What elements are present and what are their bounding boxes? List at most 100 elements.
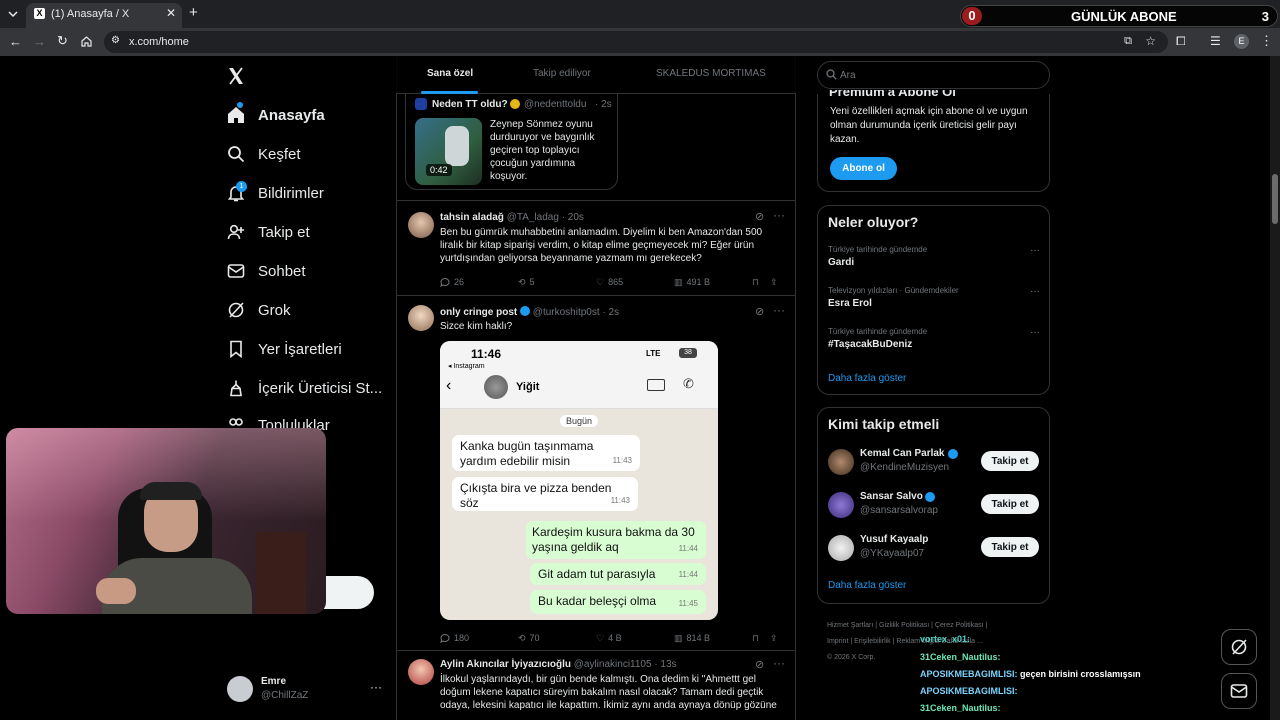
- grok-explain-icon[interactable]: ⊘: [755, 658, 764, 671]
- x-logo-icon[interactable]: [227, 67, 245, 85]
- follow-button[interactable]: Takip et: [981, 494, 1039, 514]
- quote-video-thumbnail[interactable]: 0:42: [415, 118, 482, 185]
- share-icon[interactable]: ⇪: [770, 275, 782, 289]
- tweet-more-icon[interactable]: ···: [773, 208, 785, 222]
- tweet-card[interactable]: Aylin Akıncılar İyiyazıcıoğlu @aylinakin…: [396, 652, 796, 720]
- footer-link[interactable]: Erişilebilirlik: [854, 638, 891, 645]
- tweet-time[interactable]: · 20s: [562, 212, 584, 223]
- browser-tab[interactable]: X (1) Anasayfa / X ✕: [26, 3, 182, 28]
- grok-float-button[interactable]: [1221, 629, 1257, 665]
- footer-link[interactable]: Imprint: [827, 638, 848, 645]
- account-switcher[interactable]: Emre @ChillZaZ ···: [226, 673, 386, 707]
- follow-button[interactable]: Takip et: [981, 537, 1039, 557]
- address-bar[interactable]: ⚙ x.com/home ⧉ ☆: [104, 31, 1168, 53]
- nav-explore[interactable]: Keşfet: [226, 136, 301, 172]
- follow-suggestion[interactable]: Yusuf Kayaalp @YKayaalp07 Takip et: [828, 533, 1040, 565]
- trend-item[interactable]: Türkiye tarihinde gündemde Gardi ···: [828, 245, 1040, 268]
- who-to-follow-show-more[interactable]: Daha fazla göster: [828, 580, 906, 591]
- grok-explain-icon[interactable]: ⊘: [755, 305, 764, 318]
- follow-suggestion[interactable]: Sansar Salvo @sansarsalvorap Takip et: [828, 490, 1040, 522]
- trend-item[interactable]: Televizyon yıldızları · Gündemdekiler Es…: [828, 286, 1040, 309]
- tweet-author[interactable]: Aylin Akıncılar İyiyazıcıoğlu: [440, 659, 571, 670]
- page-scrollbar[interactable]: [1270, 56, 1280, 720]
- nav-bookmarks[interactable]: Yer İşaretleri: [226, 331, 342, 367]
- message-time: 11:44: [678, 570, 698, 579]
- scrollbar-thumb[interactable]: [1272, 174, 1278, 224]
- trend-item[interactable]: Türkiye tarihinde gündemde #TaşacakBuDen…: [828, 327, 1040, 350]
- tweet-avatar[interactable]: [408, 212, 434, 238]
- share-icon[interactable]: ⇪: [770, 631, 782, 645]
- tab-search-icon[interactable]: [6, 7, 20, 21]
- follow-suggestion[interactable]: Kemal Can Parlak @KendineMuzisyen Takip …: [828, 447, 1040, 479]
- footer-link[interactable]: Gizlilik Politikası: [879, 622, 929, 629]
- footer-link[interactable]: Hizmet Şartları: [827, 622, 873, 629]
- new-tab-icon[interactable]: +: [189, 4, 198, 21]
- site-info-icon[interactable]: ⚙: [111, 35, 120, 46]
- footer-link[interactable]: Çerez Politikası: [935, 622, 984, 629]
- messages-float-button[interactable]: [1221, 673, 1257, 709]
- forward-icon[interactable]: →: [33, 34, 46, 49]
- nav-chat[interactable]: Sohbet: [226, 253, 306, 289]
- tweet-avatar[interactable]: [408, 659, 434, 685]
- like-button[interactable]: ♡ 865: [596, 275, 674, 289]
- subscribe-button[interactable]: Abone ol: [830, 157, 897, 180]
- nav-notifications[interactable]: Bildirimler 1: [226, 175, 324, 211]
- bookmark-star-icon[interactable]: ☆: [1145, 34, 1156, 48]
- tweet-author[interactable]: only cringe post: [440, 307, 517, 318]
- bookmark-tweet-icon[interactable]: ⊓: [752, 631, 770, 645]
- follow-button[interactable]: Takip et: [981, 451, 1039, 471]
- reply-button[interactable]: 26: [440, 275, 518, 289]
- nav-grok[interactable]: Grok: [226, 292, 291, 328]
- account-more-icon[interactable]: ···: [370, 680, 382, 694]
- trend-more-icon[interactable]: ···: [1030, 286, 1040, 297]
- extensions-icon[interactable]: ⧠: [1176, 34, 1186, 49]
- back-icon[interactable]: ←: [9, 34, 22, 49]
- grok-explain-icon[interactable]: ⊘: [755, 210, 764, 223]
- tweet-handle[interactable]: @turkoshitp0st: [533, 307, 600, 318]
- views-button[interactable]: ▥ 491 B: [674, 275, 752, 289]
- tab-skaledus[interactable]: SKALEDUS MORTIMAS: [656, 68, 766, 79]
- nav-follow[interactable]: Takip et: [226, 214, 310, 250]
- tweet-card[interactable]: only cringe post @turkoshitp0st · 2s ⊘ ·…: [396, 297, 796, 651]
- reply-button[interactable]: 180: [440, 631, 518, 645]
- video-duration: 0:42: [426, 164, 452, 176]
- tweet-handle[interactable]: @aylinakinci1105: [574, 659, 652, 670]
- like-button[interactable]: ♡ 4 B: [596, 631, 674, 645]
- tweet-avatar[interactable]: [408, 305, 434, 331]
- install-app-icon[interactable]: ⧉: [1124, 35, 1132, 48]
- repost-button[interactable]: ⟲ 5: [518, 275, 596, 289]
- tweet-author[interactable]: tahsin aladağ: [440, 212, 504, 223]
- tweet-more-icon[interactable]: ···: [773, 303, 785, 317]
- search-box[interactable]: Ara: [817, 61, 1050, 89]
- verified-badge-icon: [925, 492, 935, 502]
- beanie: [140, 482, 202, 500]
- nav-creator-studio[interactable]: İçerik Üreticisi St...: [226, 370, 382, 406]
- trend-more-icon[interactable]: ···: [1030, 327, 1040, 338]
- browser-menu-icon[interactable]: ⋮: [1260, 33, 1273, 49]
- tweet-image[interactable]: 11:46 ◂ Instagram LTE 38 ‹ Yiğit ✆ Bugün…: [440, 341, 718, 620]
- tweet-time[interactable]: · 13s: [654, 659, 676, 670]
- tweet-time[interactable]: · 2s: [602, 307, 619, 318]
- repost-button[interactable]: ⟲ 70: [518, 631, 596, 645]
- tweet-card[interactable]: tahsin aladağ @TA_ladag · 20s ⊘ ··· Ben …: [396, 202, 796, 296]
- profile-avatar[interactable]: E: [1234, 34, 1249, 49]
- views-button[interactable]: ▥ 814 B: [674, 631, 752, 645]
- trend-more-icon[interactable]: ···: [1030, 245, 1040, 256]
- tab-following[interactable]: Takip ediliyor: [533, 68, 591, 79]
- quoted-tweet-card[interactable]: Neden TT oldu? @nedenttoldu · 2s 0:42 Ze…: [405, 94, 618, 190]
- reload-icon[interactable]: ↻: [57, 33, 68, 49]
- verified-badge-icon: [948, 449, 958, 459]
- tweet-handle[interactable]: @TA_ladag: [507, 212, 559, 223]
- home-button-icon[interactable]: [80, 35, 93, 48]
- subscriber-overlay: 0 GÜNLÜK ABONE 3: [960, 5, 1278, 27]
- nav-home[interactable]: Anasayfa: [226, 97, 325, 133]
- nav-label-creator-studio: İçerik Üreticisi St...: [258, 379, 383, 397]
- reply-count: 180: [454, 633, 470, 643]
- who-to-follow-title: Kimi takip etmeli: [828, 416, 940, 432]
- tab-groups-icon[interactable]: ☰: [1210, 34, 1221, 48]
- tab-close-icon[interactable]: ✕: [166, 6, 176, 20]
- tweet-more-icon[interactable]: ···: [773, 656, 785, 670]
- bookmark-tweet-icon[interactable]: ⊓: [752, 275, 770, 289]
- tab-for-you[interactable]: Sana özel: [427, 68, 473, 79]
- trends-show-more[interactable]: Daha fazla göster: [828, 373, 906, 384]
